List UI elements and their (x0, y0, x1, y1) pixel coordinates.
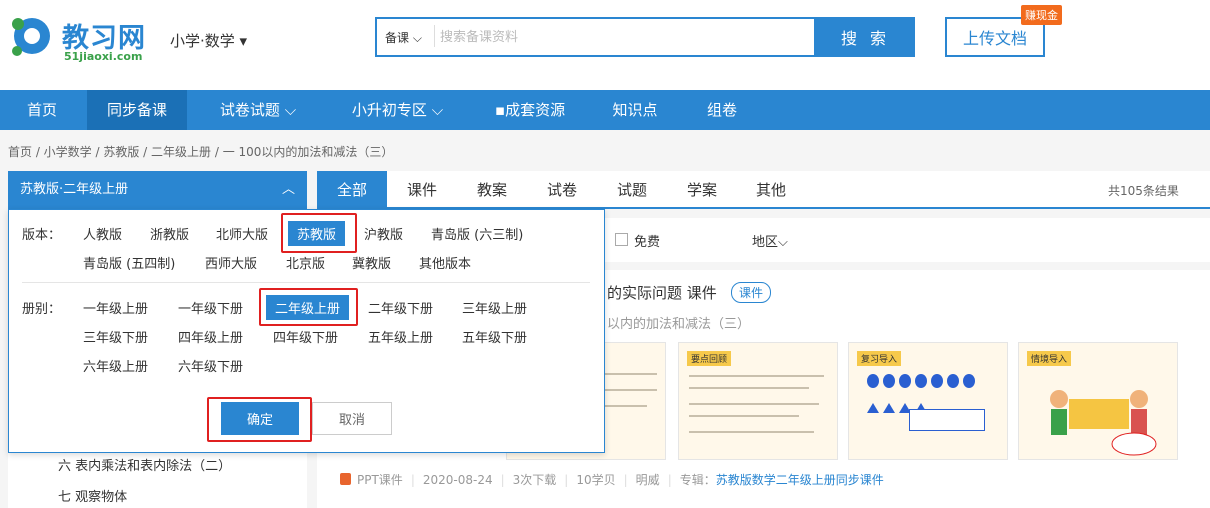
nav-bundles[interactable]: ▪成套资源 (480, 90, 580, 130)
tab-papers[interactable]: 试卷 (532, 171, 592, 209)
volume-option[interactable]: 三年级上册 (462, 298, 527, 317)
nav-compose[interactable]: 组卷 (690, 90, 754, 130)
edition-option[interactable]: 西师大版 (205, 253, 257, 272)
tab-study-plan[interactable]: 学案 (672, 171, 732, 209)
edition-option[interactable]: 冀教版 (352, 253, 391, 272)
volume-option[interactable]: 二年级下册 (368, 298, 433, 317)
volume-option[interactable]: 四年级上册 (178, 327, 243, 346)
chevron-up-icon: ︿ (281, 182, 295, 197)
nav-home[interactable]: 首页 (0, 90, 84, 130)
thumb-header: 复习导入 (857, 351, 902, 366)
volume-option[interactable]: 六年级上册 (83, 356, 148, 375)
logo-icon[interactable] (8, 14, 54, 60)
free-checkbox[interactable] (615, 233, 628, 246)
highlight-box (207, 397, 312, 442)
edition-option[interactable]: 青岛版 (五四制) (83, 253, 175, 272)
tab-courseware[interactable]: 课件 (392, 171, 452, 209)
logo-domain: 51jiaoxi.com (64, 50, 143, 63)
free-filter-label[interactable]: 免费 (634, 231, 660, 250)
earn-cash-badge: 赚现金 (1021, 5, 1062, 25)
meta-type: PPT课件 (357, 473, 403, 487)
meta-album-link[interactable]: 苏教版数学二年级上册同步课件 (716, 473, 884, 487)
tab-lesson-plan[interactable]: 教案 (462, 171, 522, 209)
edition-option[interactable]: 人教版 (83, 224, 122, 243)
cancel-button[interactable]: 取消 (312, 402, 392, 435)
volume-label: 册别： (22, 302, 62, 317)
meta-album-label: 专辑： (679, 473, 716, 487)
volume-option[interactable]: 五年级下册 (462, 327, 527, 346)
edition-option[interactable]: 北师大版 (216, 224, 268, 243)
edition-option[interactable]: 北京版 (286, 253, 325, 272)
tab-questions[interactable]: 试题 (602, 171, 662, 209)
textbook-selector-label: 苏教版·二年级上册 (20, 182, 129, 197)
volume-option[interactable]: 六年级下册 (178, 356, 243, 375)
thumb-header: 要点回顾 (687, 351, 732, 366)
highlight-box (259, 288, 358, 326)
nav-exams[interactable]: 试卷试题 ⌵ (203, 90, 313, 130)
search-type-label: 备课 (385, 31, 410, 45)
volume-option[interactable]: 五年级上册 (368, 327, 433, 346)
region-filter[interactable]: 地区⌵ (752, 231, 788, 250)
nav-sync-prep[interactable]: 同步备课 (87, 90, 187, 130)
chevron-down-icon: ⌵ (409, 31, 422, 45)
result-count: 共105条结果 (1108, 184, 1179, 198)
result-meta: PPT课件 | 2020-08-24 | 3次下载 | 10学贝 | 明威 | 专辑：苏教版数学二年… (340, 471, 884, 488)
search-divider (434, 25, 435, 47)
chapter-item[interactable]: 六 表内乘法和表内除法（二） (58, 455, 231, 474)
edition-option[interactable]: 其他版本 (419, 253, 471, 272)
preview-thumbnail[interactable]: 情境导入 (1018, 342, 1178, 460)
preview-thumbnail[interactable]: 复习导入 (848, 342, 1008, 460)
search-button[interactable]: 搜 索 (816, 17, 915, 57)
meta-date: 2020-08-24 (422, 473, 493, 487)
meta-author[interactable]: 明威 (636, 473, 660, 487)
meta-downloads: 3次下载 (512, 473, 557, 487)
volume-option[interactable]: 一年级上册 (83, 298, 148, 317)
textbook-selector[interactable]: 苏教版·二年级上册 ︿ (8, 171, 307, 209)
tab-all[interactable]: 全部 (317, 171, 387, 209)
chapter-item[interactable]: 七 观察物体 (58, 486, 127, 505)
result-title[interactable]: 的实际问题 课件 (607, 282, 717, 303)
edition-option[interactable]: 青岛版 (六三制) (431, 224, 523, 243)
highlight-box (281, 213, 357, 253)
edition-option[interactable]: 沪教版 (364, 224, 403, 243)
type-badge: 课件 (731, 282, 772, 303)
volume-option[interactable]: 四年级下册 (273, 327, 338, 346)
search-input[interactable] (440, 20, 810, 54)
nav-knowledge[interactable]: 知识点 (600, 90, 670, 130)
breadcrumb[interactable]: 首页 / 小学数学 / 苏教版 / 二年级上册 / 一 100以内的加法和减法（… (8, 143, 393, 160)
tab-other[interactable]: 其他 (741, 171, 801, 209)
preview-thumbnail[interactable]: 要点回顾 (678, 342, 838, 460)
edition-label: 版本： (22, 228, 62, 243)
meta-points: 10学贝 (576, 473, 616, 487)
subject-selector[interactable]: 小学·数学 ▾ (170, 30, 247, 51)
search-type-select[interactable]: 备课 ⌵ (385, 29, 422, 46)
volume-option[interactable]: 一年级下册 (178, 298, 243, 317)
thumb-header: 情境导入 (1027, 351, 1072, 366)
ppt-icon (340, 473, 351, 485)
result-chapter: 以内的加法和减法（三） (607, 317, 751, 332)
nav-graduation[interactable]: 小升初专区 ⌵ (335, 90, 460, 130)
dropdown-divider (22, 282, 590, 283)
edition-option[interactable]: 浙教版 (150, 224, 189, 243)
volume-option[interactable]: 三年级下册 (83, 327, 148, 346)
